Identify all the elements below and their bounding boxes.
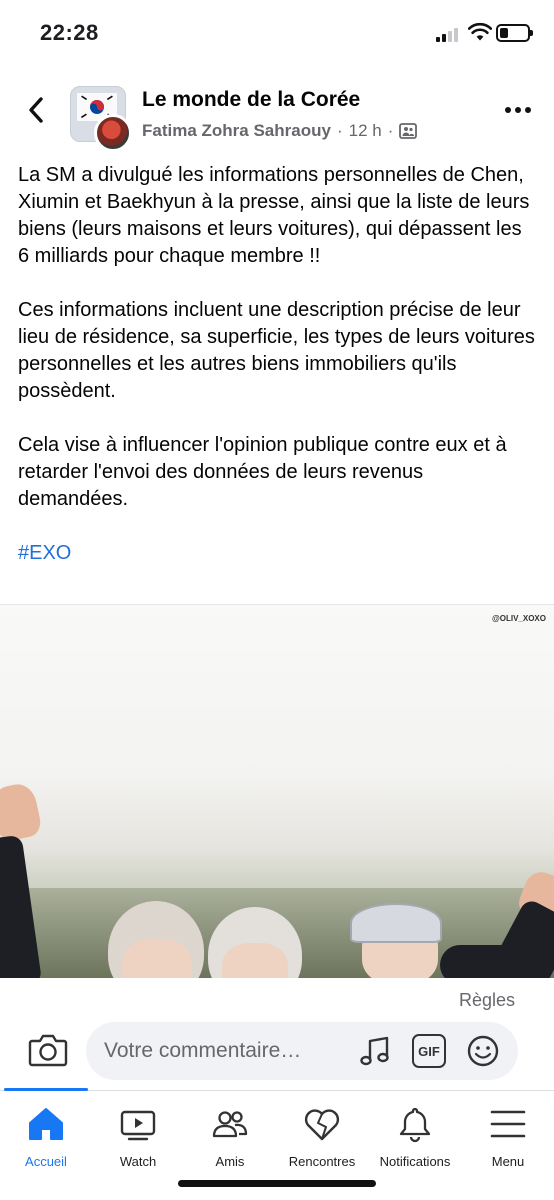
image-hand	[0, 781, 44, 843]
nav-active-indicator	[4, 1088, 88, 1091]
author-avatar[interactable]	[94, 114, 132, 152]
more-options-button[interactable]	[500, 100, 536, 120]
camera-icon[interactable]	[28, 1031, 68, 1069]
group-audience-icon	[399, 123, 418, 139]
post-header: Le monde de la Corée Fatima Zohra Sahrao…	[0, 78, 554, 152]
post-meta: Fatima Zohra Sahraouy · 12 h ·	[142, 121, 418, 141]
nav-item-watch[interactable]: Watch	[98, 1092, 178, 1174]
nav-label: Accueil	[25, 1154, 67, 1169]
emoji-icon[interactable]	[466, 1034, 500, 1068]
back-button[interactable]	[20, 94, 52, 126]
image-watermark: @OLIV_XOXO	[491, 614, 546, 623]
nav-label: Notifications	[379, 1154, 451, 1169]
meta-separator: ·	[387, 121, 394, 140]
comment-placeholder: Votre commentaire…	[104, 1039, 302, 1062]
battery-icon	[496, 24, 533, 42]
home-indicator	[178, 1180, 376, 1187]
meta-separator: ·	[336, 121, 343, 140]
nav-item-home[interactable]: Accueil	[6, 1092, 86, 1174]
status-time: 22:28	[40, 20, 99, 45]
nav-label: Amis	[215, 1154, 245, 1169]
post-time[interactable]: 12 h	[349, 121, 382, 141]
comment-input[interactable]: Votre commentaire… GIF	[86, 1022, 518, 1080]
image-cap	[350, 903, 442, 943]
nav-item-dating[interactable]: Rencontres	[280, 1092, 364, 1174]
wifi-icon	[468, 22, 492, 41]
nav-label: Menu	[491, 1154, 525, 1169]
post-paragraph: Ces informations incluent une descriptio…	[18, 299, 535, 402]
dating-icon	[304, 1109, 340, 1141]
rules-link[interactable]: Règles	[459, 990, 515, 1011]
group-name[interactable]: Le monde de la Corée	[142, 88, 360, 112]
status-bar: 22:28	[0, 0, 554, 66]
dot	[515, 107, 521, 113]
home-icon	[29, 1108, 63, 1140]
chevron-left-icon	[29, 97, 43, 123]
post-paragraph: Cela vise à influencer l'opinion publiqu…	[18, 434, 507, 510]
nav-label: Rencontres	[288, 1154, 356, 1169]
post-body: La SM a divulgué les informations person…	[18, 162, 538, 567]
nav-item-menu[interactable]: Menu	[468, 1092, 548, 1174]
friends-icon	[212, 1111, 248, 1138]
image-face	[122, 939, 192, 978]
music-icon[interactable]	[358, 1034, 392, 1068]
nav-item-notifications[interactable]: Notifications	[370, 1092, 460, 1174]
menu-icon	[490, 1110, 526, 1138]
dot	[525, 107, 531, 113]
dot	[505, 107, 511, 113]
author-name[interactable]: Fatima Zohra Sahraouy	[142, 121, 331, 141]
post-paragraph: La SM a divulgué les informations person…	[18, 164, 530, 267]
watch-icon	[120, 1110, 156, 1141]
nav-item-friends[interactable]: Amis	[190, 1092, 270, 1174]
gif-icon[interactable]: GIF	[412, 1034, 446, 1068]
image-face	[222, 943, 288, 978]
cellular-signal-icon	[436, 26, 462, 42]
hashtag-link[interactable]: #EXO	[18, 540, 71, 567]
nav-label: Watch	[119, 1154, 157, 1169]
gif-label: GIF	[418, 1043, 440, 1059]
bell-icon	[399, 1107, 431, 1143]
image-shoulder	[440, 945, 530, 978]
post-image[interactable]: @OLIV_XOXO	[0, 604, 554, 978]
